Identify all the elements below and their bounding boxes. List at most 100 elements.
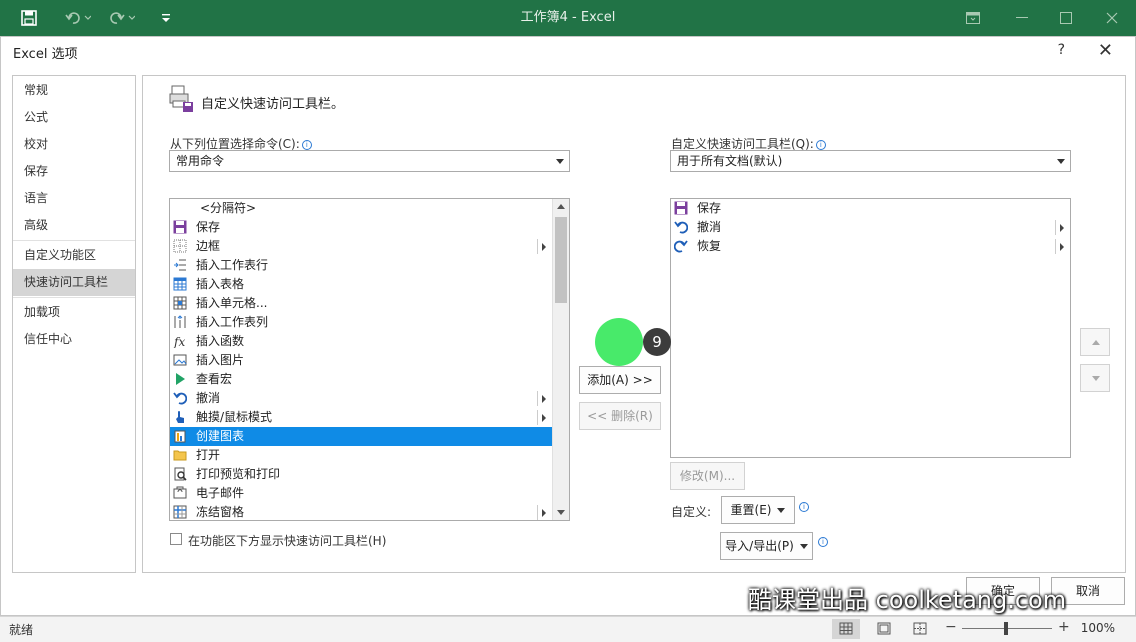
command-item-label: 撤消 — [196, 391, 221, 405]
command-item-label: 冻结窗格 — [196, 505, 245, 519]
command-list-item[interactable]: 插入工作表行 — [170, 256, 552, 275]
submenu-divider — [1055, 220, 1056, 235]
commands-list[interactable]: <分隔符> 保存边框 插入工作表行插入表格插入单元格... 插入工作表列 fx 插入函数插… — [169, 198, 570, 521]
page-heading: 自定义快速访问工具栏。 — [201, 97, 345, 112]
remove-button[interactable]: << 删除(R) — [579, 402, 661, 430]
commands-scrollbar[interactable] — [552, 199, 569, 520]
toolbar-commands-list[interactable]: 保存撤消 恢复 — [670, 198, 1071, 458]
page-layout-view-icon[interactable] — [870, 619, 898, 639]
command-list-item[interactable]: <分隔符> — [170, 199, 552, 218]
command-item-label: 插入单元格... — [196, 296, 268, 310]
move-down-button[interactable] — [1080, 364, 1110, 392]
command-list-item[interactable]: 边框 — [170, 237, 552, 256]
toolbar-item-label: 保存 — [697, 201, 722, 215]
title-bar: 工作簿4 - Excel — [0, 0, 1136, 36]
chevron-down-icon — [777, 508, 786, 513]
excel-options-dialog: Excel 选项 ? ✕ 常规 公式 校对 保存 语言 高级 自定义功能区 快速… — [0, 36, 1136, 616]
chevron-right-icon — [542, 243, 546, 251]
command-list-item[interactable]: 插入图片 — [170, 351, 552, 370]
command-list-item[interactable]: 打开 — [170, 446, 552, 465]
command-item-label: 保存 — [196, 220, 221, 234]
command-list-item[interactable]: 插入表格 — [170, 275, 552, 294]
function-icon: fx — [173, 334, 187, 349]
nav-item-add-ins[interactable]: 加载项 — [13, 299, 135, 326]
nav-item-trust-center[interactable]: 信任中心 — [13, 326, 135, 353]
nav-item-language[interactable]: 语言 — [13, 185, 135, 212]
close-window-icon[interactable] — [1100, 0, 1124, 36]
command-list-item[interactable]: 电子邮件 — [170, 484, 552, 503]
customize-toolbar-select[interactable]: 用于所有文档(默认) — [670, 150, 1071, 172]
undo-icon — [173, 391, 188, 405]
nav-item-quick-access-toolbar[interactable]: 快速访问工具栏 — [13, 269, 135, 296]
command-list-item[interactable]: 插入单元格... — [170, 294, 552, 313]
scroll-down-button[interactable] — [553, 504, 569, 520]
add-button[interactable]: 添加(A) >> — [579, 366, 661, 394]
toolbar-list-item[interactable]: 恢复 — [671, 237, 1070, 256]
command-list-item[interactable]: 冻结窗格 — [170, 503, 552, 520]
submenu-divider — [537, 505, 538, 520]
command-item-label: 打印预览和打印 — [196, 467, 281, 481]
print-preview-icon — [173, 467, 187, 481]
command-item-label: 打开 — [196, 448, 221, 462]
click-highlight — [595, 318, 643, 366]
command-item-label: <分隔符> — [200, 201, 257, 215]
dialog-title: Excel 选项 — [13, 47, 78, 62]
command-list-item[interactable]: 查看宏 — [170, 370, 552, 389]
nav-divider — [13, 297, 135, 298]
command-item-label: 插入函数 — [196, 334, 245, 348]
insert-row-icon — [173, 258, 187, 272]
nav-item-formulas[interactable]: 公式 — [13, 104, 135, 131]
step-badge: 9 — [643, 328, 671, 356]
scroll-up-button[interactable] — [553, 199, 569, 215]
zoom-in-icon[interactable]: + — [1058, 619, 1070, 635]
toolbar-list-item[interactable]: 保存 — [671, 199, 1070, 218]
nav-item-advanced[interactable]: 高级 — [13, 212, 135, 239]
maximize-icon[interactable] — [1054, 0, 1078, 36]
help-button[interactable]: ? — [1058, 42, 1065, 58]
submenu-divider — [537, 410, 538, 425]
nav-item-general[interactable]: 常规 — [13, 77, 135, 104]
command-list-item[interactable]: 撤消 — [170, 389, 552, 408]
info-icon: i — [815, 140, 826, 150]
quick-access-toolbar-icon — [169, 84, 195, 114]
minimize-icon[interactable] — [1010, 0, 1034, 36]
zoom-thumb[interactable] — [1004, 622, 1008, 635]
command-list-item[interactable]: 插入工作表列 — [170, 313, 552, 332]
chevron-down-icon — [799, 544, 808, 549]
chevron-right-icon — [542, 395, 546, 403]
info-icon: i — [301, 140, 312, 150]
nav-item-proofing[interactable]: 校对 — [13, 131, 135, 158]
mail-icon — [173, 486, 187, 500]
command-item-label: 插入表格 — [196, 277, 245, 291]
chevron-right-icon — [1060, 243, 1064, 251]
status-text: 就绪 — [9, 623, 34, 637]
ribbon-display-icon[interactable] — [960, 0, 986, 36]
toolbar-list-item[interactable]: 撤消 — [671, 218, 1070, 237]
info-icon: i — [818, 537, 828, 547]
command-item-label: 电子邮件 — [196, 486, 245, 500]
page-break-view-icon[interactable] — [906, 619, 934, 639]
normal-view-icon[interactable] — [832, 619, 860, 639]
chevron-right-icon — [542, 414, 546, 422]
zoom-level[interactable]: 100% — [1081, 621, 1115, 635]
customize-label: 自定义: — [671, 505, 712, 519]
scroll-thumb[interactable] — [555, 217, 567, 303]
show-below-ribbon-checkbox[interactable] — [170, 533, 182, 545]
choose-commands-select[interactable]: 常用命令 — [169, 150, 570, 172]
command-list-item[interactable]: 触摸/鼠标模式 — [170, 408, 552, 427]
command-list-item[interactable]: 保存 — [170, 218, 552, 237]
command-list-item[interactable]: 打印预览和打印 — [170, 465, 552, 484]
zoom-out-icon[interactable]: − — [945, 619, 957, 635]
modify-button[interactable]: 修改(M)... — [670, 462, 745, 490]
folder-icon — [173, 448, 187, 462]
close-icon[interactable]: ✕ — [1098, 40, 1113, 61]
import-export-button[interactable]: 导入/导出(P) — [720, 532, 813, 560]
chevron-right-icon — [542, 509, 546, 517]
nav-item-customize-ribbon[interactable]: 自定义功能区 — [13, 242, 135, 269]
nav-item-save[interactable]: 保存 — [13, 158, 135, 185]
submenu-divider — [537, 239, 538, 254]
move-up-button[interactable] — [1080, 328, 1110, 356]
command-list-item[interactable]: fx 插入函数 — [170, 332, 552, 351]
command-list-item[interactable]: 创建图表 — [170, 427, 552, 446]
reset-button[interactable]: 重置(E) — [721, 496, 795, 524]
